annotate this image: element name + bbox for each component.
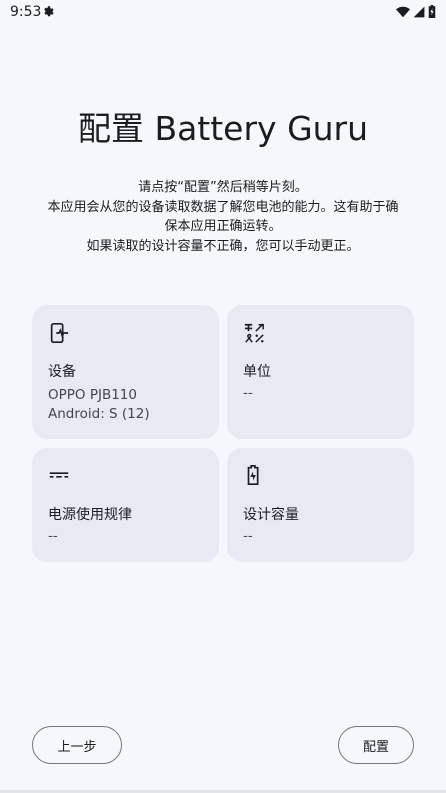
back-button[interactable]: 上一步: [32, 726, 122, 764]
device-label: 设备: [48, 364, 76, 380]
battery-icon: [428, 5, 436, 18]
configure-button[interactable]: 配置: [338, 726, 414, 764]
units-icon: [244, 323, 264, 343]
device-model: OPPO PJB110: [48, 387, 137, 403]
page-title: 配置 Battery Guru: [77, 109, 369, 148]
power-usage-value: --: [48, 528, 58, 544]
intro-text: 请点按“配置”然后稍等片刻。 本应用会从您的设备读取数据了解您电池的能力。这有助…: [20, 178, 426, 256]
design-capacity-card: 设计容量 --: [227, 448, 414, 562]
dc-power-icon: [49, 472, 69, 478]
power-usage-card: 电源使用规律 --: [32, 448, 219, 562]
intro-line: 如果读取的设计容量不正确，您可以手动更正。: [86, 238, 360, 254]
status-bar: 9:53: [0, 0, 446, 26]
unit-card: 单位 --: [227, 305, 414, 439]
design-capacity-label: 设计容量: [243, 507, 299, 523]
intro-line: 请点按“配置”然后稍等片刻。: [138, 180, 308, 195]
gear-icon: [44, 6, 54, 17]
wifi-icon: [396, 6, 410, 17]
unit-value: --: [243, 385, 253, 401]
status-time: 9:53: [10, 4, 42, 20]
battery-charging-icon: [247, 465, 259, 485]
phone-pulse-icon: [50, 323, 69, 343]
power-usage-label: 电源使用规律: [48, 507, 132, 523]
signal-icon: [413, 6, 425, 17]
status-icons: [396, 5, 436, 18]
unit-label: 单位: [243, 364, 271, 380]
intro-line: 保本应用正确运转。: [164, 219, 282, 234]
device-card: 设备 OPPO PJB110 Android: S (12): [32, 305, 219, 439]
design-capacity-value: --: [243, 528, 253, 544]
device-android-version: Android: S (12): [48, 406, 150, 422]
intro-line: 本应用会从您的设备读取数据了解您电池的能力。这有助于确: [47, 199, 399, 215]
